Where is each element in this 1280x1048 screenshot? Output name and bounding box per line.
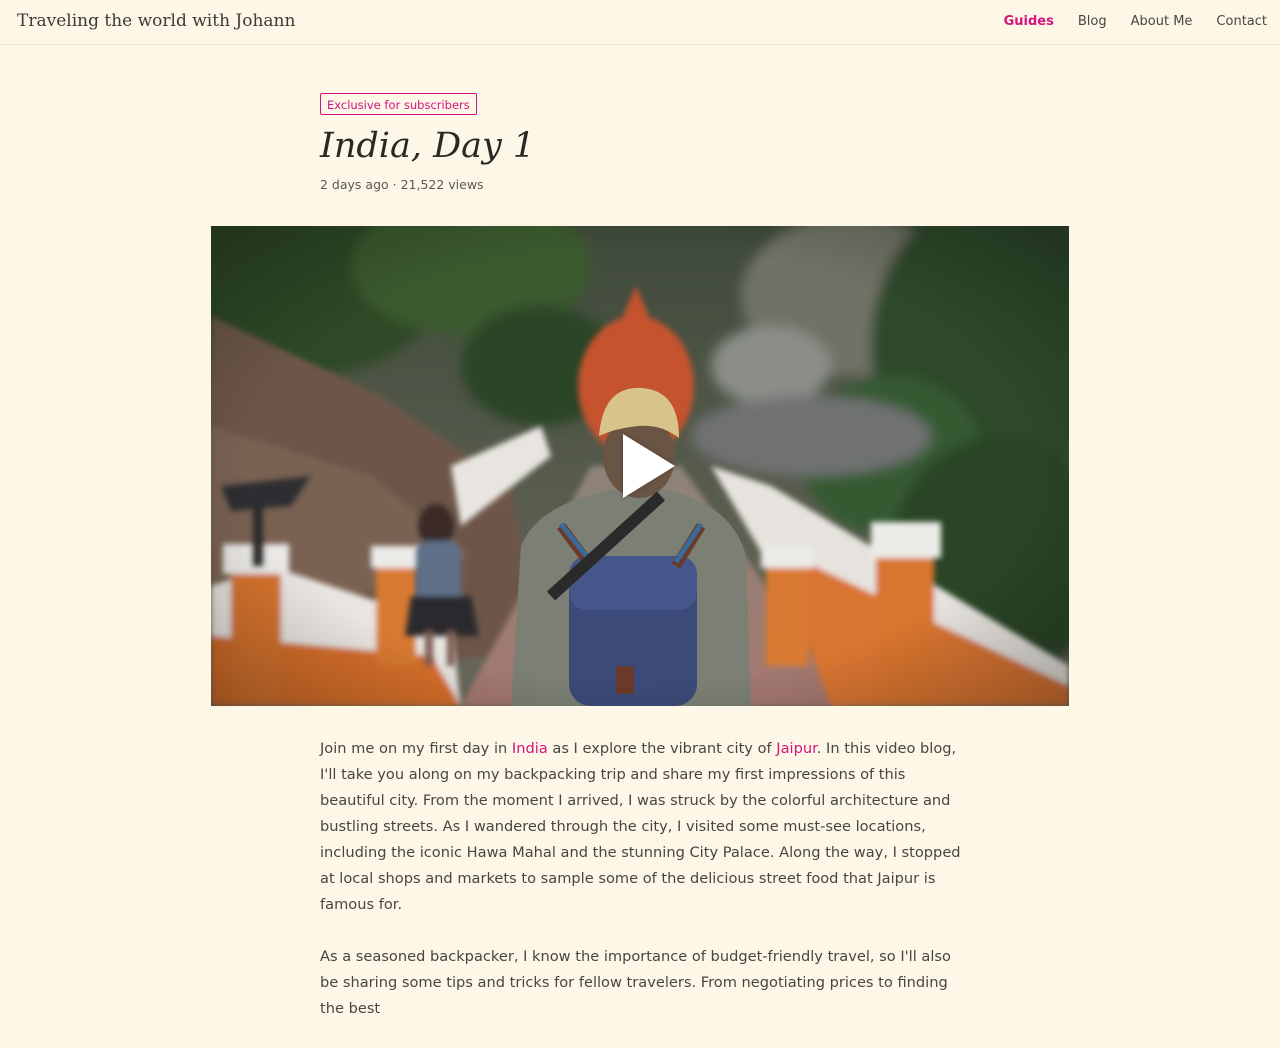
subscriber-badge: Exclusive for subscribers (320, 93, 477, 115)
nav-item-about-me[interactable]: About Me (1131, 14, 1193, 29)
post-meta: 2 days ago · 21,522 views (320, 177, 484, 192)
post-body: Join me on my first day in India as I ex… (320, 736, 965, 1048)
link-jaipur[interactable]: Jaipur (776, 740, 816, 757)
paragraph-text: Join me on my first day in (320, 740, 512, 757)
nav-item-guides[interactable]: Guides (1004, 14, 1054, 29)
paragraph-text: as I explore the vibrant city of (547, 740, 777, 757)
link-india[interactable]: India (512, 740, 548, 757)
paragraph: As a seasoned backpacker, I know the imp… (320, 948, 951, 1017)
top-bar: Traveling the world with Johann Guides B… (0, 0, 1280, 45)
nav-item-contact[interactable]: Contact (1216, 14, 1267, 29)
paragraph: Join me on my first day in India as I ex… (320, 736, 965, 918)
nav-item-blog[interactable]: Blog (1078, 14, 1107, 29)
main-nav: Guides Blog About Me Contact (1004, 14, 1267, 29)
play-icon[interactable] (623, 434, 675, 498)
video-player[interactable] (211, 226, 1069, 706)
paragraph-text: . In this video blog, I'll take you alon… (320, 740, 961, 913)
site-title[interactable]: Traveling the world with Johann (17, 11, 295, 31)
post-title: India, Day 1 (320, 126, 536, 166)
